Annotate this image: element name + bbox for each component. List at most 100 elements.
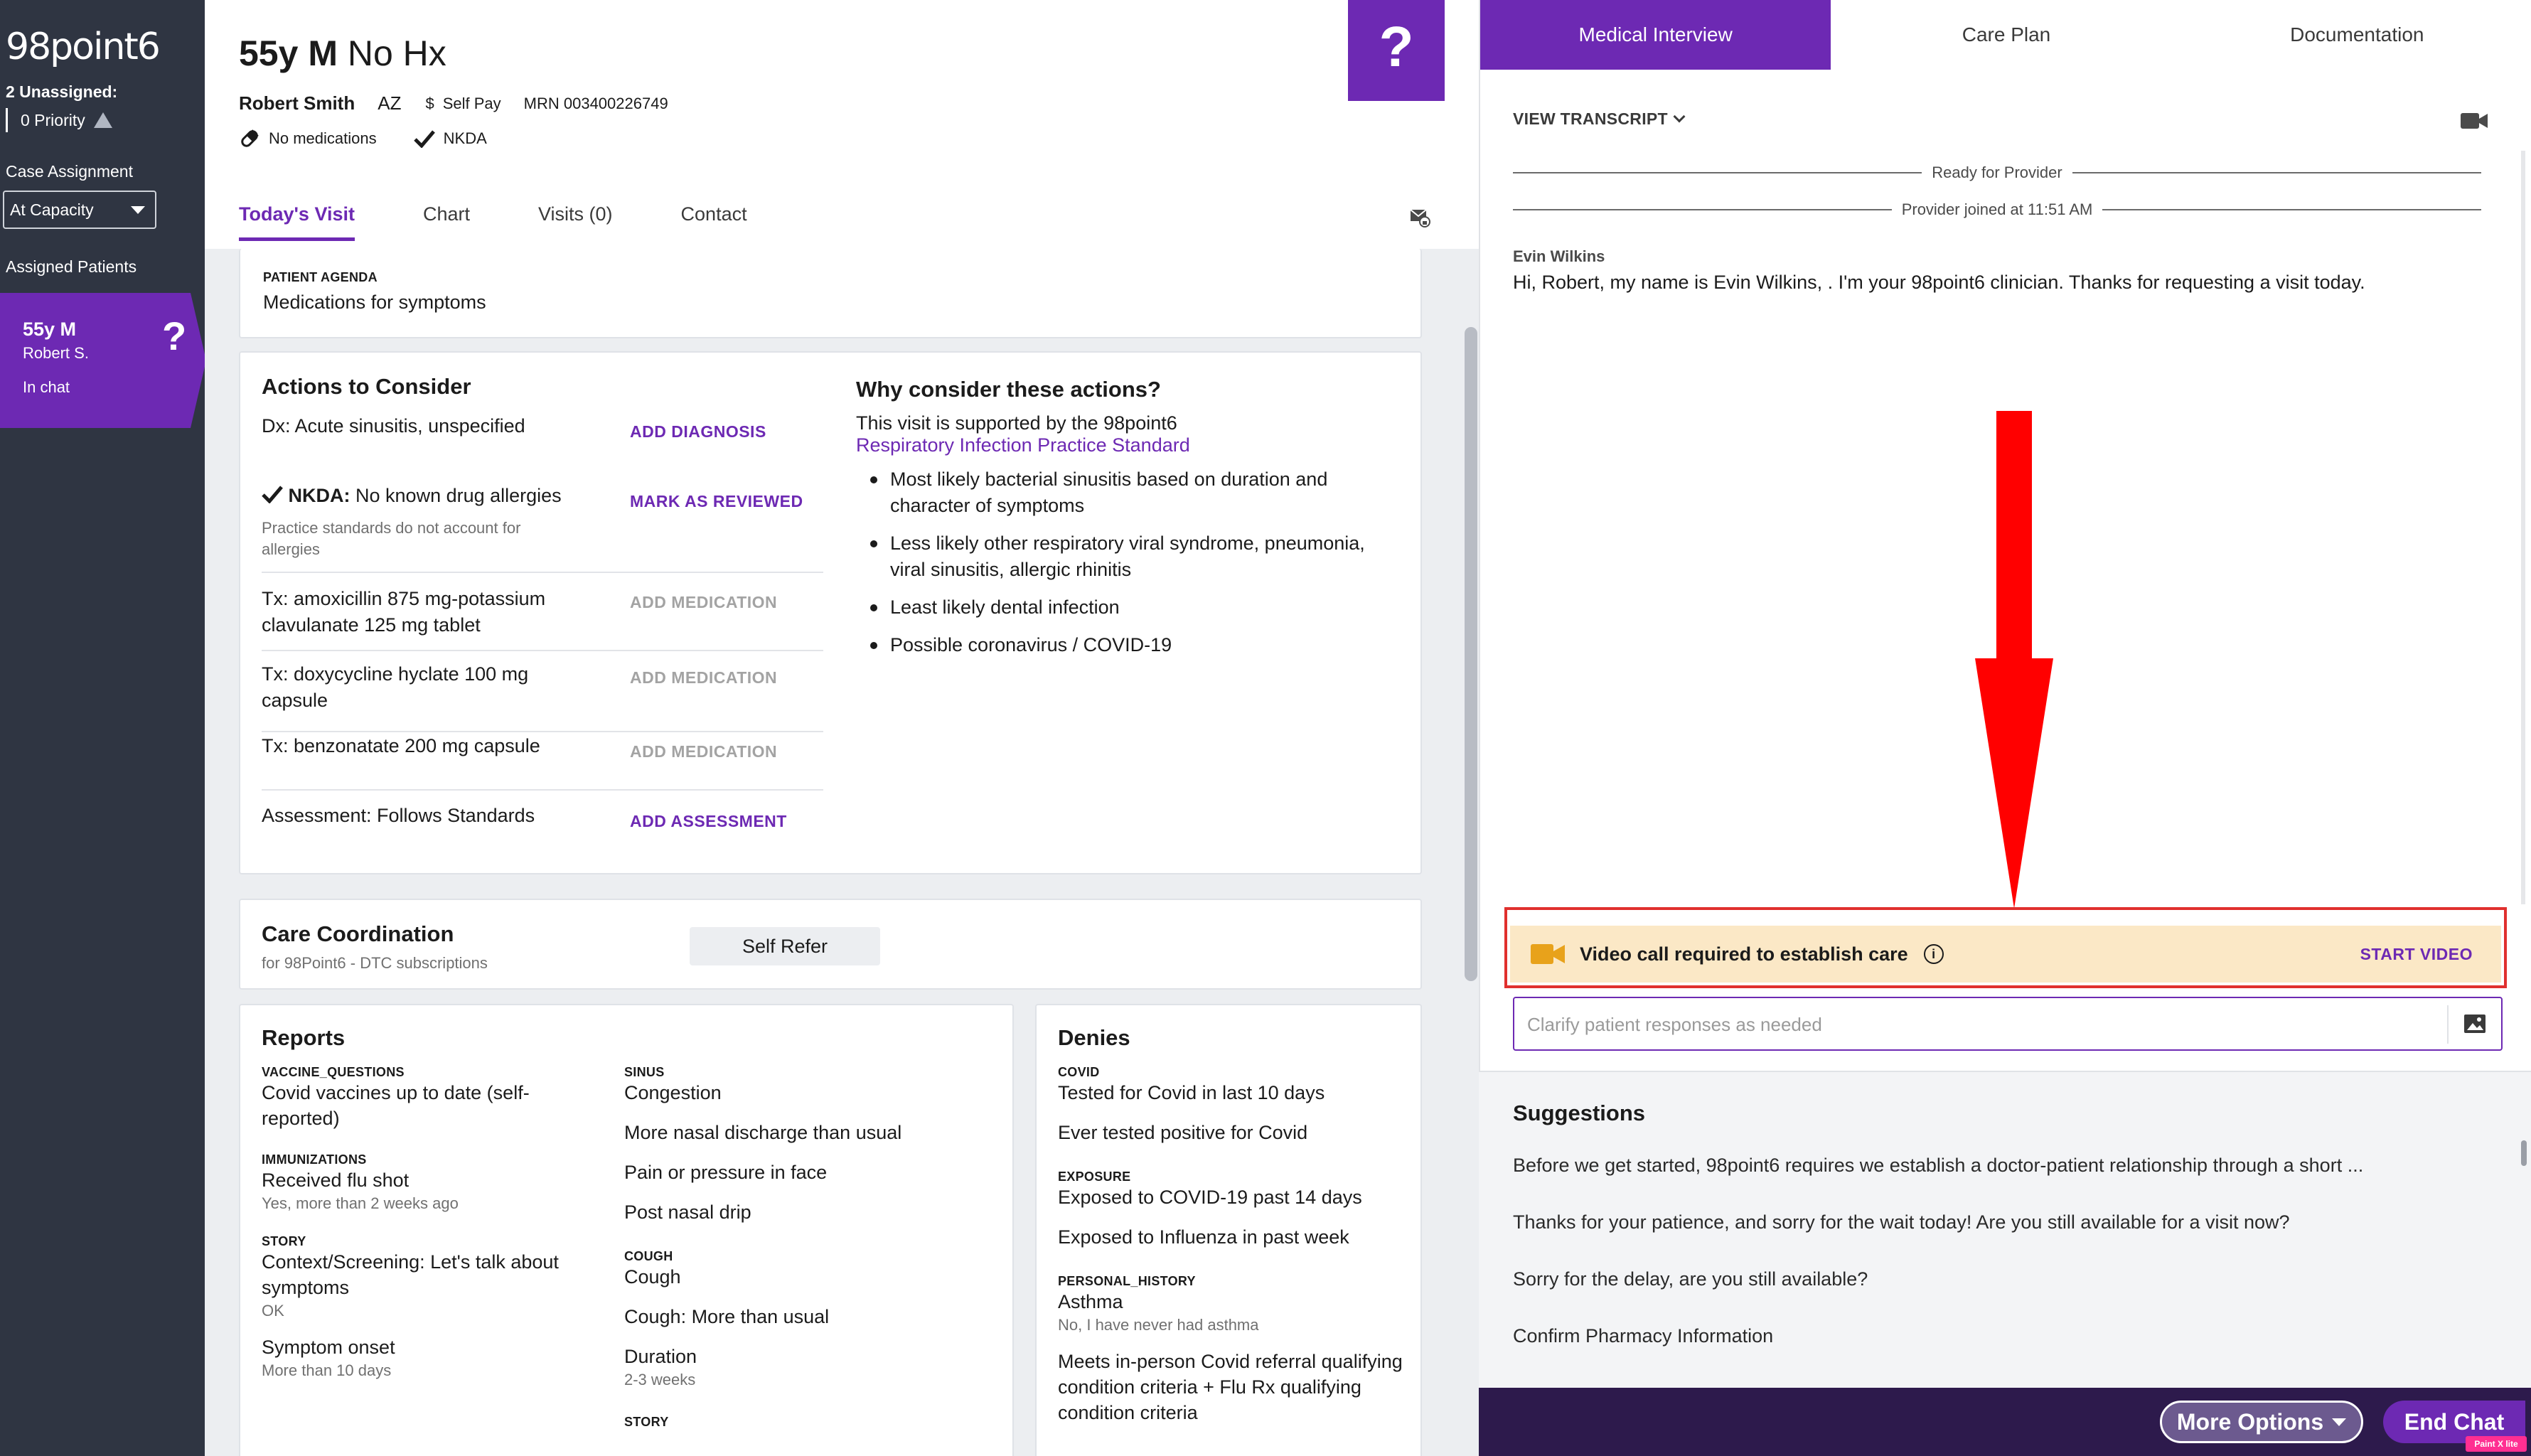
ready-status: Ready for Provider xyxy=(1932,164,2062,181)
chevron-down-icon xyxy=(2332,1418,2347,1426)
patient-meta: Robert Smith AZ $ Self Pay MRN 003400226… xyxy=(239,92,668,114)
self-refer-button[interactable]: Self Refer xyxy=(690,927,880,965)
suggestion-item[interactable]: Sorry for the delay, are you still avail… xyxy=(1513,1268,1868,1290)
duration-sub: 2-3 weeks xyxy=(624,1371,696,1388)
annotation-arrow-shaft xyxy=(1996,411,2032,660)
info-icon[interactable]: i xyxy=(1923,944,1944,964)
chat-scrollbar[interactable] xyxy=(2521,151,2525,904)
chat-tabs: Medical Interview Care Plan Documentatio… xyxy=(1480,0,2531,70)
onset-value: Symptom onset xyxy=(262,1337,395,1358)
add-medication-button[interactable]: ADD MEDICATION xyxy=(630,668,777,687)
immunizations-label: IMMUNIZATIONS xyxy=(262,1152,367,1167)
unassigned-count[interactable]: 2 Unassigned: xyxy=(6,82,117,102)
status-divider: Ready for Provider xyxy=(1513,162,2482,183)
practice-standard-link[interactable]: Respiratory Infection Practice Standard xyxy=(856,434,1396,456)
chevron-down-icon xyxy=(131,205,145,214)
view-transcript-button[interactable]: VIEW TRANSCRIPT xyxy=(1513,109,1686,129)
agenda-label: PATIENT AGENDA xyxy=(263,270,378,284)
reports-title: Reports xyxy=(262,1025,346,1050)
action-note: Practice standards do not account for al… xyxy=(262,519,521,558)
cough-label: COUGH xyxy=(624,1249,673,1263)
reports-column-right: SINUS Congestion More nasal discharge th… xyxy=(624,1065,980,1430)
add-diagnosis-button[interactable]: ADD DIAGNOSIS xyxy=(630,422,766,441)
visit-scrollbar[interactable] xyxy=(1465,327,1477,981)
actions-title: Actions to Consider xyxy=(262,374,471,399)
assigned-patient-card[interactable]: 55y M Robert S. In chat ? xyxy=(0,293,206,428)
exposure-label: EXPOSURE xyxy=(1058,1169,1131,1184)
tab-documentation[interactable]: Documentation xyxy=(2182,0,2531,70)
story-sub: OK xyxy=(262,1302,284,1320)
start-video-button[interactable]: START VIDEO xyxy=(2360,945,2473,964)
action-text: Tx: amoxicillin 875 mg-potassium clavula… xyxy=(262,588,546,636)
chat-message-input[interactable] xyxy=(1527,1008,2451,1041)
story-label: STORY xyxy=(262,1234,306,1248)
tab-todays-visit[interactable]: Today's Visit xyxy=(239,203,355,241)
tab-visits[interactable]: Visits (0) xyxy=(538,203,613,241)
story-label: STORY xyxy=(624,1415,669,1429)
suggestions-scrollbar[interactable] xyxy=(2521,1140,2527,1166)
suggestions-title: Suggestions xyxy=(1513,1101,1646,1125)
nkda-label: NKDA: xyxy=(288,485,351,506)
immunizations-value: Received flu shot xyxy=(262,1169,410,1191)
suggestion-item[interactable]: Confirm Pharmacy Information xyxy=(1513,1325,1773,1347)
add-medication-button[interactable]: ADD MEDICATION xyxy=(630,742,777,761)
suggestion-item[interactable]: Before we get started, 98point6 requires… xyxy=(1513,1155,2363,1177)
action-text: Tx: benzonatate 200 mg capsule xyxy=(262,735,540,756)
question-mark-icon: ? xyxy=(162,314,187,358)
denies-column: COVID Tested for Covid in last 10 days E… xyxy=(1058,1065,1406,1425)
patient-age-sex: 55y M xyxy=(239,33,338,73)
mail-lock-icon[interactable] xyxy=(1409,206,1430,228)
tab-chart[interactable]: Chart xyxy=(423,203,470,241)
patient-mrn: MRN 003400226749 xyxy=(523,94,668,112)
denies-title: Denies xyxy=(1058,1025,1130,1050)
action-text: Dx: Acute sinusitis, unspecified xyxy=(262,415,525,437)
care-coordination-card: Care Coordination for 98Point6 - DTC sub… xyxy=(239,899,1422,990)
case-assignment-value: At Capacity xyxy=(10,200,94,219)
patient-card-status: In chat xyxy=(23,378,70,396)
mark-as-reviewed-button[interactable]: MARK AS REVIEWED xyxy=(630,492,803,511)
app-logo: 98point6 xyxy=(6,26,161,68)
case-assignment-label: Case Assignment xyxy=(6,162,133,181)
patient-history: No Hx xyxy=(347,33,446,73)
assigned-patients-label: Assigned Patients xyxy=(6,257,137,276)
suggestion-item[interactable]: Thanks for your patience, and sorry for … xyxy=(1513,1211,2290,1233)
chevron-down-icon xyxy=(1673,110,1686,122)
status-divider: Provider joined at 11:51 AM xyxy=(1513,199,2482,220)
why-title: Why consider these actions? xyxy=(856,377,1161,402)
reports-card: Reports VACCINE_QUESTIONS Covid vaccines… xyxy=(239,1004,1014,1456)
vaccine-label: VACCINE_QUESTIONS xyxy=(262,1065,405,1079)
allergies-status: NKDA xyxy=(443,129,487,147)
image-upload-icon[interactable] xyxy=(2463,1012,2487,1035)
vaccine-value: Covid vaccines up to date (self-reported… xyxy=(262,1082,530,1129)
tab-care-plan[interactable]: Care Plan xyxy=(1831,0,2181,70)
more-options-button[interactable]: More Options xyxy=(2160,1401,2363,1443)
message-text: Hi, Robert, my name is Evin Wilkins, . I… xyxy=(1513,272,2365,293)
chat-input-box xyxy=(1513,997,2503,1051)
denies-card: Denies COVID Tested for Covid in last 10… xyxy=(1035,1004,1422,1456)
banner-text: Video call required to establish care xyxy=(1580,943,1908,965)
sidebar: 98point6 2 Unassigned: 0 Priority Case A… xyxy=(0,0,206,1456)
patient-state: AZ xyxy=(378,92,402,114)
case-assignment-select[interactable]: At Capacity xyxy=(3,191,156,229)
sinus-item: Pain or pressure in face xyxy=(624,1162,828,1183)
action-text: Tx: doxycycline hyclate 100 mg capsule xyxy=(262,663,529,711)
pill-icon xyxy=(241,129,259,147)
patient-name: Robert Smith xyxy=(239,92,355,114)
history-label: PERSONAL_HISTORY xyxy=(1058,1274,1196,1288)
dollar-icon: $ xyxy=(425,94,434,112)
help-question-button[interactable]: ? xyxy=(1348,0,1445,101)
annotation-arrow-head xyxy=(1975,658,2053,909)
message-sender: Evin Wilkins xyxy=(1513,247,1605,265)
joined-status: Provider joined at 11:51 AM xyxy=(1901,200,2093,218)
covid-item: Tested for Covid in last 10 days xyxy=(1058,1082,1325,1103)
add-assessment-button[interactable]: ADD ASSESSMENT xyxy=(630,812,787,831)
video-camera-icon[interactable] xyxy=(2460,111,2488,131)
priority-count[interactable]: 0 Priority xyxy=(6,108,112,132)
covid-label: COVID xyxy=(1058,1065,1100,1079)
onset-sub: More than 10 days xyxy=(262,1361,392,1379)
care-coordination-subtitle: for 98Point6 - DTC subscriptions xyxy=(262,954,488,972)
page-title: 55y M No Hx xyxy=(239,33,446,74)
tab-contact[interactable]: Contact xyxy=(681,203,747,241)
tab-medical-interview[interactable]: Medical Interview xyxy=(1480,0,1831,70)
add-medication-button[interactable]: ADD MEDICATION xyxy=(630,593,777,612)
